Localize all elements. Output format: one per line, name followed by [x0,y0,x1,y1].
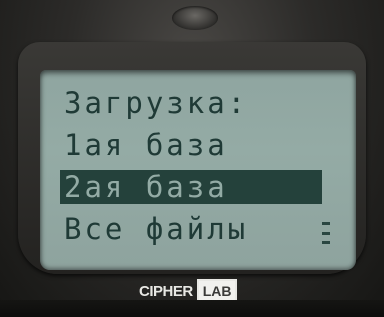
scroll-more-icon [322,222,330,244]
barcode-terminal-device: Загрузка: 1ая база 2ая база Все файлы CI… [0,0,384,317]
logo-cipher-text: CIPHER [139,282,193,300]
menu-item-all-files[interactable]: Все файлы [64,212,248,246]
device-bottom-edge [0,300,384,317]
top-button[interactable] [172,6,218,30]
lcd-screen: Загрузка: 1ая база 2ая база Все файлы [40,70,356,270]
menu-title: Загрузка: [64,86,249,120]
menu-item-base-1[interactable]: 1ая база [64,128,228,162]
menu-item-base-2-selected[interactable]: 2ая база [60,170,322,204]
